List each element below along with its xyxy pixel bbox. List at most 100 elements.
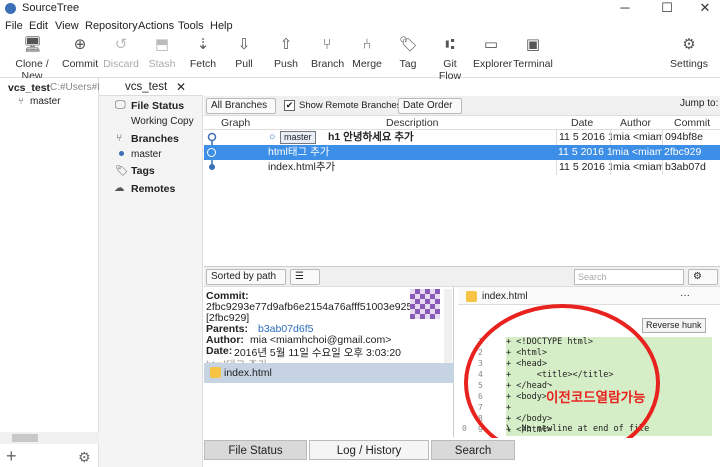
terminal-button[interactable]: ▣ Terminal bbox=[513, 36, 553, 70]
repo-name[interactable]: vcs_test bbox=[8, 82, 50, 94]
repo-tab[interactable]: vcs_test ✕ bbox=[99, 78, 203, 96]
tag-icon: 🏷 bbox=[115, 165, 129, 177]
modified-file-icon bbox=[466, 291, 477, 302]
monitor-plus-icon: 🖥 bbox=[23, 36, 43, 53]
bottom-tabs: File Status Log / History Search bbox=[204, 438, 720, 467]
branch-icon: ⑂ bbox=[322, 36, 332, 53]
master-badge: master bbox=[280, 131, 316, 144]
discard-icon: ↺ bbox=[114, 36, 128, 53]
maximize-button[interactable]: ☐ bbox=[652, 0, 682, 18]
minimize-button[interactable]: ─ bbox=[610, 0, 640, 18]
column-description[interactable]: Description bbox=[386, 117, 439, 129]
menu-edit[interactable]: Edit bbox=[29, 20, 48, 32]
tab-close-icon[interactable]: ✕ bbox=[176, 80, 186, 94]
add-repo-icon[interactable]: + bbox=[6, 446, 17, 467]
column-commit[interactable]: Commit bbox=[674, 117, 710, 129]
column-date[interactable]: Date bbox=[571, 117, 593, 129]
commit-author: mia <miam bbox=[610, 130, 662, 145]
modified-file-icon bbox=[210, 367, 221, 378]
sourcetree-logo-icon bbox=[5, 3, 16, 14]
stash-button[interactable]: ⬒ Stash bbox=[146, 36, 178, 70]
merge-button[interactable]: ⑃ Merge bbox=[352, 36, 382, 70]
git-flow-button[interactable]: ⑆ Git Flow bbox=[431, 36, 469, 82]
show-remote-checkbox[interactable]: ✔ bbox=[284, 100, 295, 111]
close-button[interactable]: ✕ bbox=[690, 0, 720, 18]
commit-row[interactable]: index.html추가 11 5 2016 1 mia <miam b3ab0… bbox=[204, 160, 720, 175]
file-list-item[interactable]: index.html bbox=[204, 363, 454, 383]
commit-author: mia <miam bbox=[610, 160, 662, 175]
commit-details: Commit: 2fbc9293e77d9afb6e2154a76afff510… bbox=[204, 287, 454, 437]
cloud-icon: ☁ bbox=[114, 182, 125, 194]
push-icon: ⇧ bbox=[279, 36, 293, 53]
column-graph[interactable]: Graph bbox=[221, 117, 250, 129]
commit-hash: b3ab07d bbox=[662, 160, 720, 175]
commit-button[interactable]: ⊕ Commit bbox=[62, 36, 98, 70]
tab-search[interactable]: Search bbox=[431, 440, 515, 460]
branch-icon: ⑂ bbox=[18, 96, 24, 107]
tab-file-status[interactable]: File Status bbox=[204, 440, 307, 460]
repository-list: vcs_test C:#Users#P ⑂ master + ⚙ bbox=[0, 78, 104, 467]
repo-settings-gear-icon[interactable]: ⚙ bbox=[78, 449, 91, 466]
terminal-icon: ▣ bbox=[525, 36, 541, 53]
options-gear-button[interactable]: ⚙ ⌄ bbox=[688, 269, 718, 296]
annotation-text: 이전코드열람가능 bbox=[546, 386, 646, 406]
horizontal-scrollbar[interactable] bbox=[0, 432, 99, 444]
commit-row-selected[interactable]: html태그 추가 11 5 2016 1 mia <miam 2fbc929 bbox=[204, 145, 720, 160]
commit-row[interactable]: ○ master h1 안녕하세요 추가 11 5 2016 1 mia <mi… bbox=[204, 130, 720, 145]
settings-button[interactable]: ⚙ Settings bbox=[670, 36, 708, 70]
menu-repository[interactable]: Repository bbox=[85, 20, 138, 32]
clone-new-button[interactable]: 🖥 Clone / New bbox=[4, 36, 60, 82]
commit-description: index.html추가 bbox=[268, 161, 336, 173]
scrollbar-thumb[interactable] bbox=[12, 434, 38, 442]
branch-head-icon: ○ bbox=[269, 131, 276, 143]
menu-file[interactable]: File bbox=[5, 20, 23, 32]
commit-hash: 094bf8e bbox=[662, 130, 720, 145]
vertical-scrollbar[interactable] bbox=[444, 289, 452, 365]
commit-date: 11 5 2016 1 bbox=[556, 130, 612, 145]
filter-bar: All Branches ⌄ ✔ Show Remote Branches Da… bbox=[204, 96, 720, 125]
more-options-icon[interactable]: ··· bbox=[680, 290, 690, 301]
date-order-dropdown[interactable]: Date Order ⌄ bbox=[398, 98, 462, 125]
menu-tools[interactable]: Tools bbox=[178, 20, 204, 32]
commit-date: 11 5 2016 1 bbox=[558, 146, 612, 158]
author-avatar bbox=[410, 289, 440, 319]
column-author[interactable]: Author bbox=[620, 117, 651, 129]
commit-description: h1 안녕하세요 추가 bbox=[328, 131, 414, 143]
push-button[interactable]: ⇧ Push bbox=[271, 36, 301, 70]
sort-dropdown[interactable]: Sorted by path ⌄ bbox=[206, 269, 286, 296]
jump-to-label: Jump to: bbox=[680, 98, 719, 109]
folder-icon: ▭ bbox=[483, 36, 499, 53]
stash-icon: ⬒ bbox=[154, 36, 170, 53]
commit-hash: 2fbc929 bbox=[664, 146, 702, 158]
fetch-button[interactable]: ⇣ Fetch bbox=[187, 36, 219, 70]
discard-button[interactable]: ↺ Discard bbox=[103, 36, 139, 70]
sidebar: vcs_test ✕ 🖵 File Status Working Copy ⑂ … bbox=[99, 78, 203, 467]
menu-bar: File Edit View Repository Actions Tools … bbox=[0, 18, 720, 34]
fetch-icon: ⇣ bbox=[196, 36, 210, 53]
tag-icon: 🏷 bbox=[399, 36, 419, 53]
show-remote-label: Show Remote Branches bbox=[299, 100, 402, 111]
all-branches-dropdown[interactable]: All Branches ⌄ bbox=[206, 98, 276, 125]
view-mode-dropdown[interactable]: ☰ ⌄ bbox=[290, 269, 320, 296]
search-input[interactable]: Search bbox=[574, 269, 684, 285]
menu-view[interactable]: View bbox=[55, 20, 79, 32]
title-bar: SourceTree ─ ☐ ✕ bbox=[0, 0, 720, 18]
pull-button[interactable]: ⇩ Pull bbox=[230, 36, 258, 70]
monitor-icon: 🖵 bbox=[115, 99, 126, 111]
date-label: Date: bbox=[206, 345, 233, 357]
tab-log-history[interactable]: Log / History bbox=[309, 440, 429, 460]
diff-file-name: index.html bbox=[482, 291, 528, 302]
tag-button[interactable]: 🏷 Tag bbox=[397, 36, 419, 70]
window-title: SourceTree bbox=[22, 2, 80, 14]
menu-actions[interactable]: Actions bbox=[138, 20, 174, 32]
commit-icon: ⊕ bbox=[73, 36, 87, 53]
menu-help[interactable]: Help bbox=[210, 20, 233, 32]
commit-author: mia <miam bbox=[612, 146, 662, 158]
explorer-button[interactable]: ▭ Explorer bbox=[473, 36, 512, 70]
merge-icon: ⑃ bbox=[362, 36, 372, 53]
commit-node-icon bbox=[207, 148, 216, 157]
toolbar: 🖥 Clone / New ⊕ Commit ↺ Discard ⬒ Stash ⇣ Fe… bbox=[0, 34, 720, 82]
commit-description: html태그 추가 bbox=[268, 146, 330, 158]
branch-button[interactable]: ⑂ Branch bbox=[311, 36, 344, 70]
repo-branch[interactable]: master bbox=[30, 96, 61, 107]
